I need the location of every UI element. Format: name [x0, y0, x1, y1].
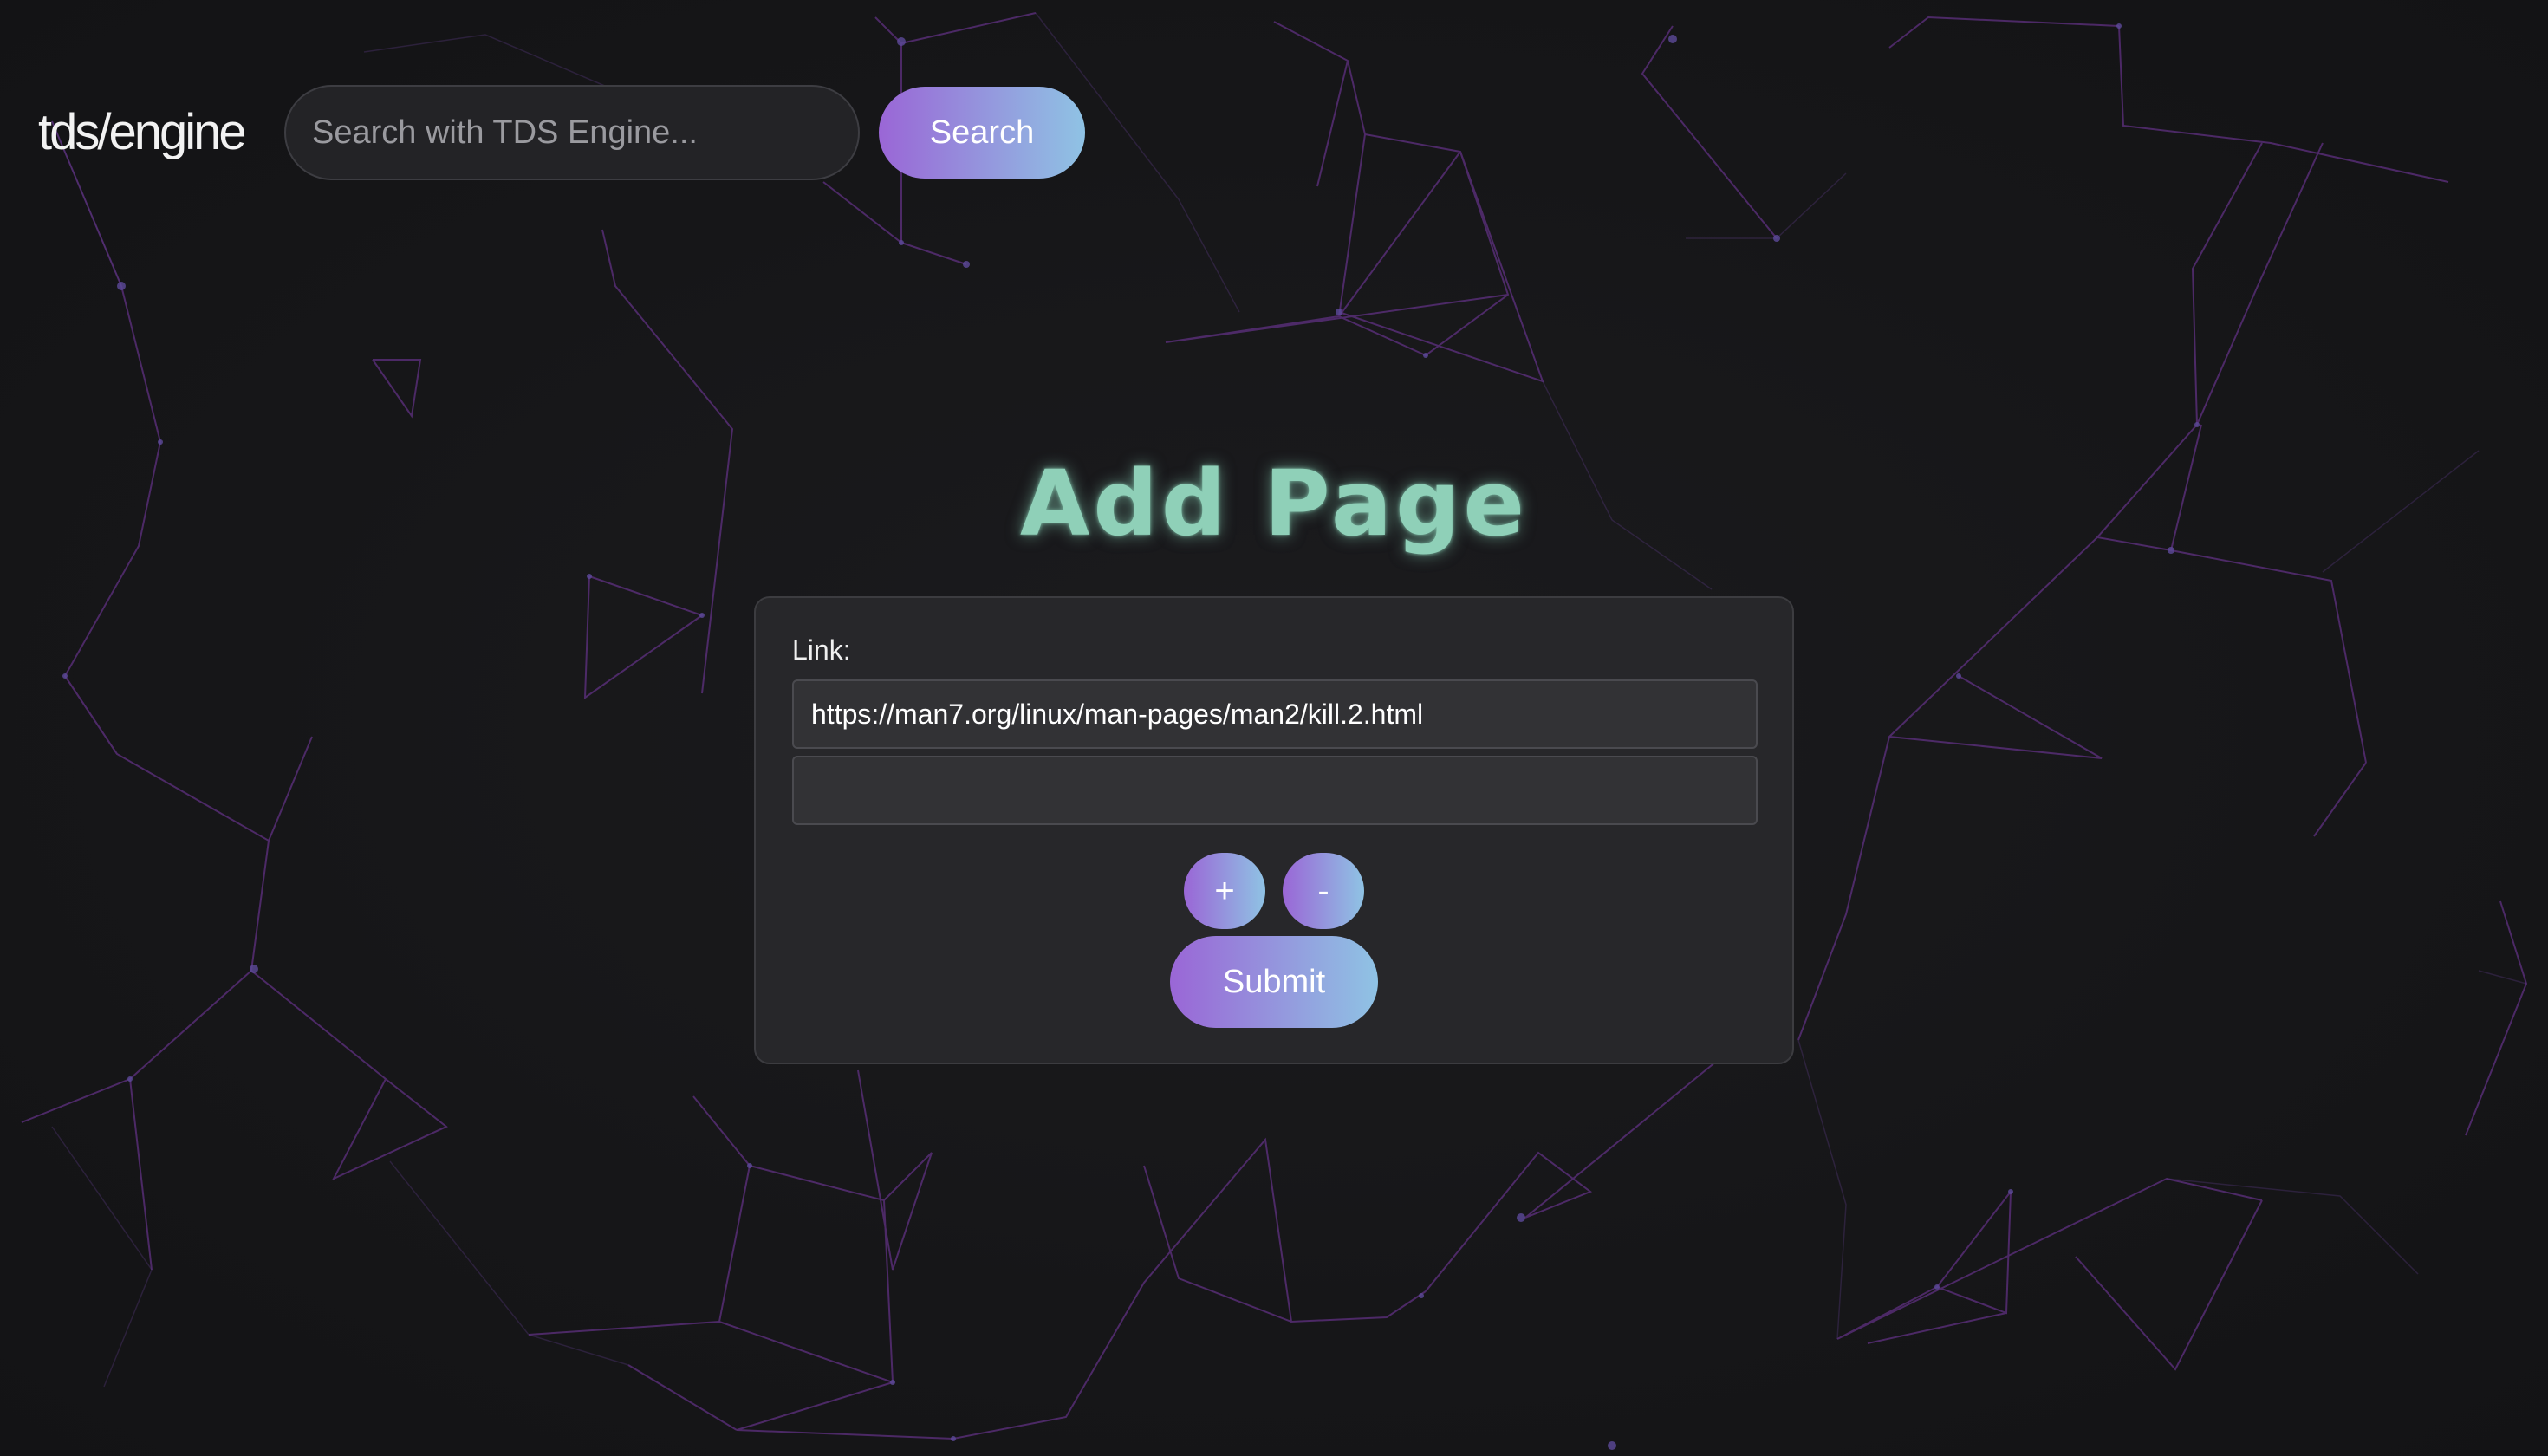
- page-title: Add Page: [1019, 451, 1529, 556]
- add-page-form-card: Link: + - Submit: [754, 596, 1794, 1064]
- header-bar: tds/engine Search: [38, 85, 1085, 180]
- link-input-1[interactable]: [792, 679, 1758, 749]
- link-input-2[interactable]: [792, 756, 1758, 825]
- link-label: Link:: [792, 634, 851, 666]
- page-root: tds/engine Search Add Page Link: + - Sub…: [0, 0, 2548, 1456]
- search-input[interactable]: [284, 85, 860, 180]
- submit-button[interactable]: Submit: [1170, 936, 1378, 1028]
- site-logo[interactable]: tds/engine: [38, 107, 250, 158]
- search-button[interactable]: Search: [879, 87, 1085, 179]
- add-link-button[interactable]: +: [1184, 853, 1265, 929]
- link-count-controls: + -: [756, 853, 1792, 929]
- remove-link-button[interactable]: -: [1283, 853, 1364, 929]
